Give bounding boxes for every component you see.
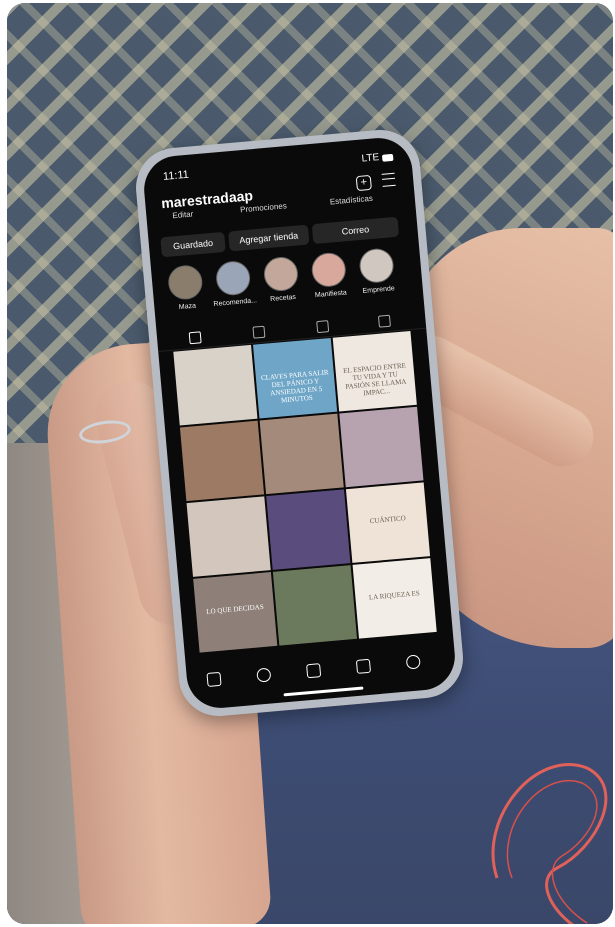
grid-icon[interactable] xyxy=(188,331,202,345)
post-thumbnail[interactable] xyxy=(272,565,358,646)
highlight-label: Emprende xyxy=(362,285,396,295)
highlight-item[interactable]: Recomenda... xyxy=(209,259,259,308)
email-button[interactable]: Correo xyxy=(311,216,400,245)
highlight-cover xyxy=(166,264,204,301)
bottom-navigation xyxy=(186,647,456,692)
post-thumbnail[interactable]: LA RIQUEZA ES xyxy=(352,558,437,639)
post-caption-text: CUÁNTICO xyxy=(369,513,407,525)
menu-icon[interactable] xyxy=(381,172,396,187)
home-indicator xyxy=(283,686,363,697)
search-icon[interactable] xyxy=(256,667,272,683)
highlight-item[interactable]: Emprende xyxy=(352,247,402,296)
post-thumbnail[interactable]: LO QUE DECIDAS xyxy=(193,572,278,653)
add-shop-button[interactable]: Agregar tienda xyxy=(228,224,310,252)
post-thumbnail[interactable] xyxy=(266,489,351,570)
post-thumbnail[interactable] xyxy=(259,413,344,495)
highlight-item[interactable]: Manifiesta xyxy=(304,251,354,300)
phone-screen: 11:11 LTE marestradaap + Editar Promocio… xyxy=(141,135,458,711)
post-caption-text: EL ESPACIO ENTRE TU VIDA Y TU PASIÓN SE … xyxy=(342,361,407,397)
highlight-label: Recetas xyxy=(269,293,297,304)
post-thumbnail[interactable] xyxy=(339,406,424,488)
status-time: 11:11 xyxy=(162,168,190,183)
shop-icon[interactable] xyxy=(355,658,372,674)
network-label: LTE xyxy=(361,152,380,165)
highlight-cover xyxy=(214,259,252,297)
reels-icon[interactable] xyxy=(306,663,322,679)
highlight-label: Recomenda... xyxy=(213,297,258,309)
highlight-cover xyxy=(262,255,300,293)
smartphone: 11:11 LTE marestradaap + Editar Promocio… xyxy=(132,126,467,720)
shop-icon[interactable] xyxy=(316,320,330,334)
post-grid: CLAVES PARA SALIR DEL PÁNICO Y ANSIEDAD … xyxy=(173,330,437,653)
highlight-cover xyxy=(358,247,395,285)
post-caption-text: CLAVES PARA SALIR DEL PÁNICO Y ANSIEDAD … xyxy=(260,367,329,405)
saved-button[interactable]: Guardado xyxy=(160,231,226,258)
insights-tab[interactable]: Estadísticas xyxy=(329,194,373,207)
post-thumbnail[interactable] xyxy=(173,344,258,426)
post-caption-text: LO QUE DECIDAS xyxy=(205,602,264,616)
post-thumbnail[interactable] xyxy=(186,496,271,577)
photo: 11:11 LTE marestradaap + Editar Promocio… xyxy=(7,3,613,924)
tagged-icon[interactable] xyxy=(377,314,391,328)
highlight-cover xyxy=(310,251,348,289)
highlight-label: Manifiesta xyxy=(314,289,348,300)
post-thumbnail[interactable]: EL ESPACIO ENTRE TU VIDA Y TU PASIÓN SE … xyxy=(332,330,417,412)
home-icon[interactable] xyxy=(206,671,222,688)
decorative-wire-sculpture xyxy=(491,763,608,924)
post-thumbnail[interactable] xyxy=(179,420,265,502)
highlight-item[interactable]: Maza xyxy=(161,263,211,312)
reels-icon[interactable] xyxy=(252,325,266,339)
edit-tab[interactable]: Editar xyxy=(172,209,194,220)
highlight-item[interactable]: Recetas xyxy=(257,255,307,304)
profile-icon[interactable] xyxy=(405,654,421,670)
highlight-label: Maza xyxy=(178,302,197,312)
post-thumbnail[interactable]: CUÁNTICO xyxy=(345,482,431,563)
post-caption-text: LA RIQUEZA ES xyxy=(368,588,421,602)
create-post-icon[interactable]: + xyxy=(355,174,372,192)
battery-icon xyxy=(381,153,394,162)
post-thumbnail[interactable]: CLAVES PARA SALIR DEL PÁNICO Y ANSIEDAD … xyxy=(253,337,338,419)
